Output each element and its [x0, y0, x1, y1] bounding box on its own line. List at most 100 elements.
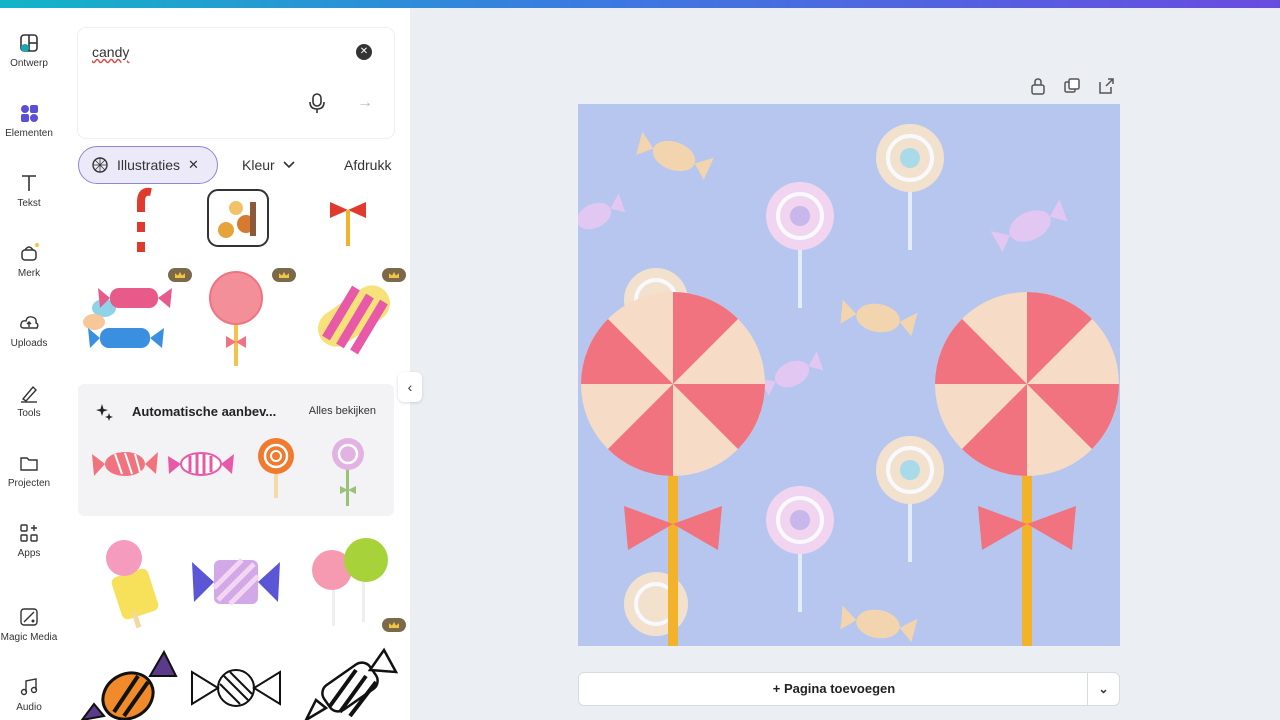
pink-lollipop-result[interactable]: [186, 268, 286, 368]
search-input[interactable]: candy: [92, 44, 129, 60]
filter-chip-print-label: Afdrukk: [344, 157, 392, 173]
auto-recommendations-section: Automatische aanbev... Alles bekijken: [78, 384, 394, 516]
add-page-bar: + Pagina toevoegen ⌄: [578, 672, 1120, 706]
filter-chip-illustrations[interactable]: Illustraties ✕: [78, 146, 218, 184]
apps-icon: [20, 524, 38, 542]
double-lollipop-result[interactable]: [300, 532, 406, 632]
popsicle-thumbnail: [106, 540, 159, 629]
small-lollipop: [766, 486, 834, 612]
striped-outline-candy-result[interactable]: [300, 646, 400, 720]
purple-wrapped-candy-thumbnail: [192, 558, 280, 606]
filter-chip-illustrations-label: Illustraties: [117, 157, 181, 173]
small-lollipop: [766, 182, 834, 308]
wrapped-candy: [578, 193, 626, 230]
chevron-down-icon: [283, 161, 295, 169]
small-lollipop: [624, 572, 688, 636]
striped-candy-result[interactable]: [296, 268, 396, 368]
folder-icon: [20, 457, 38, 471]
results-grid: Automatische aanbev... Alles bekijken: [78, 187, 406, 720]
pink-candy-thumbnail: [92, 452, 158, 476]
search-box: candy ✕ →: [78, 28, 394, 138]
auto-recommendations-title: Automatische aanbev...: [132, 404, 277, 419]
auto-item-striped-candy[interactable]: [166, 444, 236, 504]
elements-icon: [21, 105, 38, 122]
rail-item-design[interactable]: Ontwerp: [0, 32, 58, 88]
striped-outline-candy-thumbnail: [304, 647, 399, 720]
lock-icon[interactable]: [1028, 76, 1048, 96]
music-icon: [20, 678, 38, 696]
upload-icon: [20, 316, 39, 329]
wrapped-candy: [758, 351, 824, 396]
side-rail: Ontwerp Elementen Tekst Merk Uploads Too…: [0, 8, 58, 720]
elements-panel: candy ✕ → Illustraties ✕ Kleur Afdrukk A…: [58, 8, 410, 720]
candy-jar-result[interactable]: [190, 182, 296, 282]
wrapped-candies-thumbnail: [83, 288, 172, 348]
add-page-icon[interactable]: [1096, 76, 1116, 96]
rail-label-projects: Projecten: [7, 478, 51, 489]
rail-item-elements[interactable]: Elementen: [0, 102, 58, 158]
rail-item-text[interactable]: Tekst: [0, 172, 58, 228]
rail-label-design: Ontwerp: [10, 58, 48, 69]
rail-item-brand[interactable]: Merk: [0, 242, 58, 298]
wrapped-candy: [840, 605, 918, 643]
rail-label-audio: Audio: [16, 702, 42, 713]
duplicate-page-icon[interactable]: [1062, 76, 1082, 96]
rail-item-uploads[interactable]: Uploads: [0, 312, 58, 368]
rail-item-projects[interactable]: Projecten: [0, 452, 58, 508]
striped-candy-thumbnail: [317, 285, 391, 355]
ice-cream-result[interactable]: [86, 532, 186, 632]
pastel-lollipop-thumbnail: [332, 438, 364, 506]
rail-item-apps[interactable]: Apps: [0, 522, 58, 578]
bow-candy-result[interactable]: [300, 182, 406, 282]
rail-label-brand: Merk: [17, 268, 41, 279]
rail-label-magic-media: Magic Media: [0, 632, 58, 643]
illustration-icon: [92, 157, 108, 173]
brand-icon: [21, 243, 39, 261]
candy-cane-result[interactable]: [86, 182, 192, 282]
auto-item-pink-candy[interactable]: [90, 444, 160, 504]
pink-lollipop-thumbnail: [209, 271, 263, 366]
outline-candy-result[interactable]: [186, 652, 286, 720]
outline-candy-thumbnail: [191, 669, 281, 707]
black-orange-candy-result[interactable]: [78, 646, 178, 720]
layout-icon: [20, 34, 38, 52]
design-canvas[interactable]: [578, 104, 1120, 646]
candy-jar-thumbnail: [207, 189, 269, 247]
black-orange-candy-thumbnail: [80, 649, 178, 720]
rail-label-apps: Apps: [17, 548, 41, 559]
rail-item-audio[interactable]: Audio: [0, 676, 58, 720]
candy-pattern-artwork: [578, 124, 1119, 646]
big-lollipop-left: [581, 292, 765, 646]
rail-label-text: Tekst: [17, 198, 41, 209]
collapse-panel-button[interactable]: ‹: [398, 372, 422, 402]
auto-item-orange-lollipop[interactable]: [246, 434, 306, 504]
filter-chip-color[interactable]: Kleur: [230, 146, 307, 184]
clear-search-button[interactable]: ✕: [356, 44, 372, 60]
rail-label-uploads: Uploads: [10, 338, 48, 349]
rail-item-tools[interactable]: Tools: [0, 382, 58, 438]
filter-chip-color-label: Kleur: [242, 157, 275, 173]
remove-filter-icon[interactable]: ✕: [188, 157, 199, 173]
submit-search-arrow-icon[interactable]: →: [354, 92, 376, 114]
see-all-link[interactable]: Alles bekijken: [309, 405, 376, 417]
double-lollipop-thumbnail: [312, 538, 388, 626]
sparkle-icon: [96, 404, 113, 421]
candy-cane-thumbnail: [137, 187, 152, 252]
wrapped-candies-result[interactable]: [78, 268, 178, 368]
pen-icon: [21, 385, 37, 403]
add-page-button[interactable]: + Pagina toevoegen: [579, 673, 1089, 705]
orange-lollipop-thumbnail: [258, 438, 294, 498]
rail-label-elements: Elementen: [5, 128, 53, 139]
small-lollipop: [876, 436, 944, 562]
filter-chip-print[interactable]: Afdrukk: [332, 146, 403, 184]
small-lollipop: [876, 124, 944, 250]
purple-wrapped-candy-result[interactable]: [186, 542, 286, 642]
microphone-icon[interactable]: [308, 92, 326, 114]
rail-item-magic-media[interactable]: Magic Media: [0, 606, 58, 662]
auto-item-pastel-lollipop[interactable]: [318, 434, 378, 510]
bow-candy-thumbnail: [330, 202, 366, 246]
big-lollipop-right: [935, 292, 1119, 646]
wrapped-candy: [636, 131, 714, 180]
chevron-down-icon[interactable]: ⌄: [1087, 673, 1119, 705]
wrapped-candy: [840, 299, 918, 337]
